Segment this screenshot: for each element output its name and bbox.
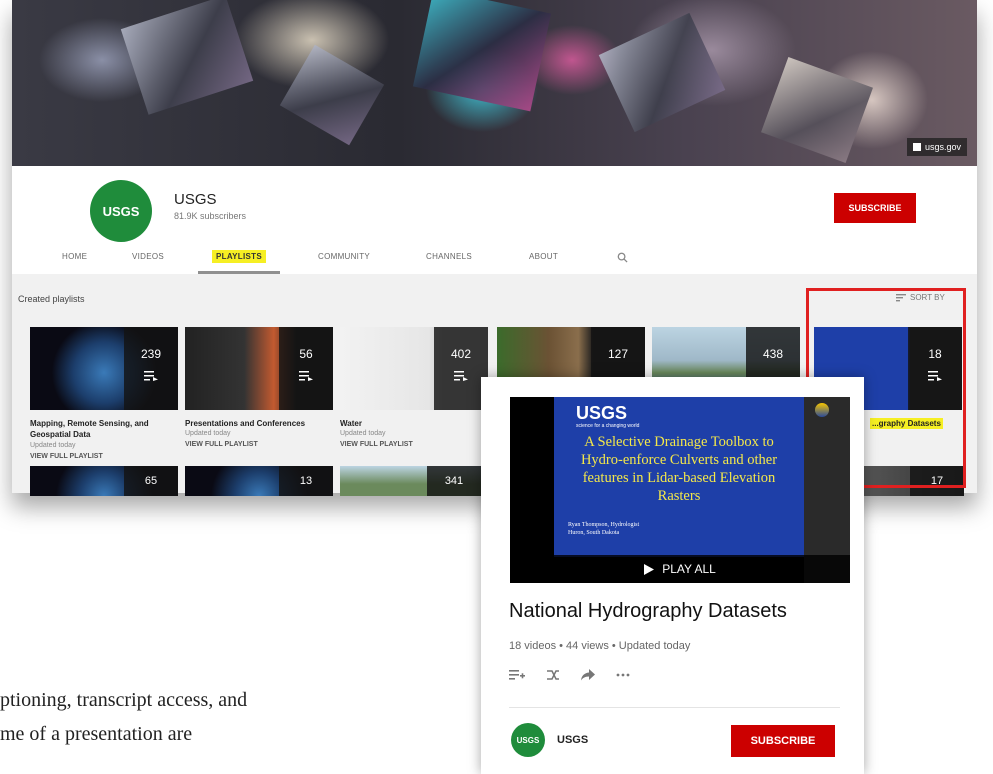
playlist-updated: Updated today (185, 430, 231, 437)
subscribe-button[interactable]: SUBSCRIBE (834, 193, 916, 223)
playlist-thumbnail[interactable]: 239 (30, 327, 178, 410)
playlist-title[interactable]: Water (340, 418, 488, 429)
playlist-thumbnail[interactable]: 65 (30, 466, 178, 496)
active-tab-indicator (198, 271, 280, 274)
channel-mini-icon (815, 403, 829, 417)
playlist-icon (454, 371, 468, 381)
playlist-thumbnail[interactable]: 13 (185, 466, 333, 496)
playlist-stats: 18 videos • 44 views • Updated today (509, 640, 691, 652)
slide-title: A Selective Drainage Toolbox to Hydro-en… (580, 434, 778, 504)
video-count: 239 (140, 347, 162, 361)
search-icon[interactable] (617, 250, 628, 268)
view-full-playlist-link[interactable]: VIEW FULL PLAYLIST (340, 441, 413, 448)
owner-avatar[interactable]: USGS (511, 723, 545, 757)
playlist-icon (299, 371, 313, 381)
video-thumbnail: USGS science for a changing world A Sele… (554, 397, 804, 557)
channel-avatar[interactable]: USGS (90, 180, 152, 242)
usgs-mini-logo-icon (912, 143, 921, 151)
video-count: 13 (279, 466, 333, 496)
channel-header: USGS USGS 81.9K subscribers SUBSCRIBE HO… (12, 166, 977, 274)
tab-videos[interactable]: VIDEOS (132, 252, 164, 261)
playlist-preview[interactable]: USGS science for a changing world A Sele… (510, 397, 850, 583)
subscribe-button[interactable]: SUBSCRIBE (731, 725, 835, 757)
share-icon[interactable] (581, 669, 595, 681)
more-options-icon[interactable] (616, 673, 630, 677)
channel-banner: usgs.gov (12, 0, 977, 166)
playlist-thumbnail[interactable]: 341 (340, 466, 481, 496)
playlist-detail-card: USGS science for a changing world A Sele… (481, 377, 864, 774)
playlist-actions (509, 669, 630, 681)
banner-website-link[interactable]: usgs.gov (906, 138, 967, 156)
divider (509, 707, 840, 708)
section-title: Created playlists (18, 294, 85, 304)
playlist-thumbnail[interactable]: 56 (185, 327, 333, 410)
shuffle-icon[interactable] (546, 669, 560, 681)
owner-name[interactable]: USGS (557, 734, 588, 746)
channel-name[interactable]: USGS (174, 191, 217, 208)
view-full-playlist-link[interactable]: VIEW FULL PLAYLIST (185, 441, 258, 448)
channel-tabs: HOME VIDEOS PLAYLISTS COMMUNITY CHANNELS… (12, 242, 977, 274)
view-full-playlist-link[interactable]: VIEW FULL PLAYLIST (30, 453, 103, 460)
playlist-updated: Updated today (340, 430, 386, 437)
video-count: 65 (124, 466, 178, 496)
video-count: 127 (607, 347, 629, 361)
video-count: 438 (762, 347, 784, 361)
video-count: 56 (299, 347, 313, 361)
playlist-updated: Updated today (30, 442, 76, 449)
add-to-queue-icon[interactable] (509, 669, 525, 681)
playlist-title[interactable]: Mapping, Remote Sensing, and Geospatial … (30, 418, 178, 440)
playlist-icon (144, 371, 158, 381)
tab-channels[interactable]: CHANNELS (426, 252, 472, 261)
tab-playlists[interactable]: PLAYLISTS (212, 250, 266, 263)
playlist-thumbnail[interactable]: 402 (340, 327, 488, 410)
tab-about[interactable]: ABOUT (529, 252, 558, 261)
video-count: 341 (427, 466, 481, 496)
video-count: 402 (450, 347, 472, 361)
playlist-title: National Hydrography Datasets (509, 600, 787, 622)
tab-home[interactable]: HOME (62, 252, 87, 261)
play-icon (644, 563, 655, 575)
playlist-title[interactable]: Presentations and Conferences (185, 418, 333, 429)
document-text: ptioning, transcript access, and me of a… (0, 689, 248, 745)
subscriber-count: 81.9K subscribers (174, 211, 247, 221)
play-all-button[interactable]: PLAY ALL (510, 555, 850, 583)
usgs-logo: USGS (576, 403, 628, 423)
tab-community[interactable]: COMMUNITY (318, 252, 370, 261)
